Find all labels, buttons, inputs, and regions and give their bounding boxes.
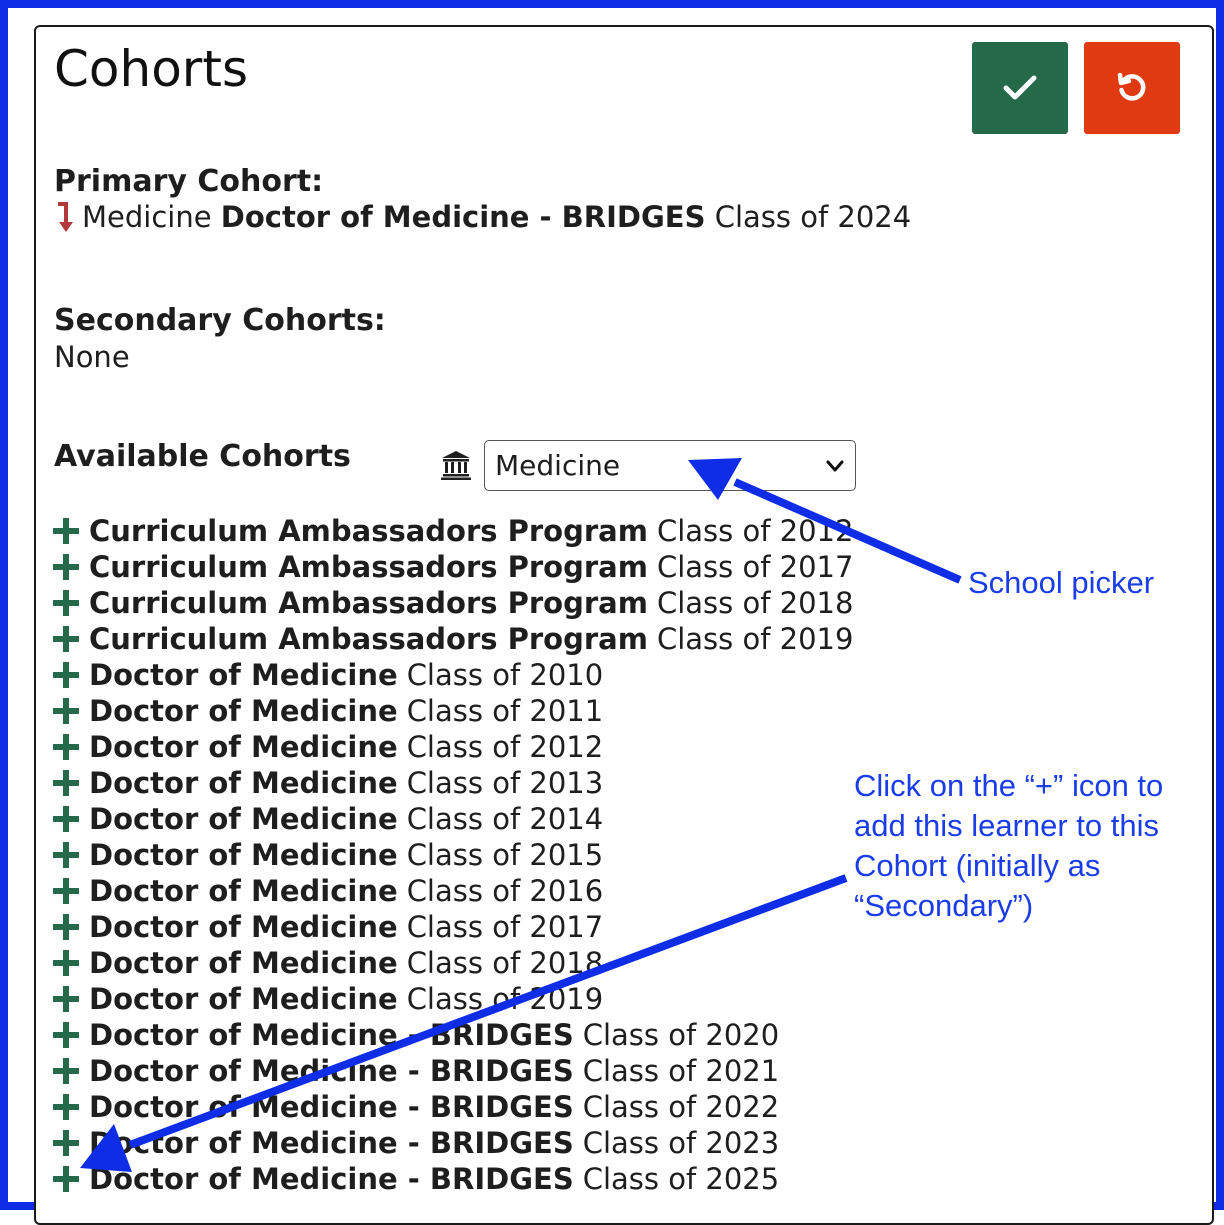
cohort-class: Class of 2019 [656, 622, 854, 656]
cohort-item: Doctor of Medicine - BRIDGES Class of 202… [52, 1089, 853, 1125]
primary-class: Class of 2024 [714, 200, 912, 234]
cohort-class: Class of 2018 [406, 946, 604, 980]
cohort-item: Doctor of Medicine Class of 2019 [52, 981, 853, 1017]
primary-cohort-label: Primary Cohort: [54, 164, 324, 199]
cohort-class: Class of 2020 [582, 1018, 780, 1052]
plus-icon[interactable] [52, 985, 80, 1013]
institution-icon [441, 451, 471, 480]
cohort-class: Class of 2013 [406, 766, 604, 800]
plus-icon[interactable] [52, 589, 80, 617]
school-picker-value: Medicine [495, 449, 621, 482]
available-cohorts-list: Curriculum Ambassadors Program Class of 2… [52, 513, 853, 1197]
cohort-item: Doctor of Medicine - BRIDGES Class of 202… [52, 1125, 853, 1161]
plus-icon[interactable] [52, 553, 80, 581]
plus-icon[interactable] [52, 805, 80, 833]
plus-icon[interactable] [52, 1057, 80, 1085]
cohort-program: Doctor of Medicine [89, 838, 398, 872]
primary-cohort-value: Medicine Doctor of Medicine - BRIDGES Cl… [54, 200, 911, 234]
secondary-cohorts-label: Secondary Cohorts: [54, 303, 386, 338]
cohort-item: Doctor of Medicine Class of 2011 [52, 693, 853, 729]
cohort-class: Class of 2021 [582, 1054, 780, 1088]
undo-icon [1117, 72, 1146, 101]
cohort-item: Doctor of Medicine Class of 2013 [52, 765, 853, 801]
cohort-item: Curriculum Ambassadors Program Class of 2… [52, 549, 853, 585]
cohort-program: Doctor of Medicine - BRIDGES [89, 1054, 574, 1088]
cohort-item: Doctor of Medicine - BRIDGES Class of 202… [52, 1053, 853, 1089]
cohort-program: Doctor of Medicine [89, 694, 398, 728]
cohort-program: Doctor of Medicine [89, 802, 398, 836]
cohort-item: Doctor of Medicine Class of 2014 [52, 801, 853, 837]
plus-icon[interactable] [52, 625, 80, 653]
cohort-program: Doctor of Medicine - BRIDGES [89, 1018, 574, 1052]
cohort-program: Doctor of Medicine [89, 766, 398, 800]
plus-icon[interactable] [52, 841, 80, 869]
cohort-class: Class of 2012 [656, 514, 854, 548]
plus-icon[interactable] [52, 1093, 80, 1121]
primary-school: Medicine [82, 200, 212, 234]
cancel-button[interactable] [1084, 42, 1180, 134]
plus-icon[interactable] [52, 733, 80, 761]
cohort-class: Class of 2017 [406, 910, 604, 944]
cohort-program: Doctor of Medicine [89, 946, 398, 980]
cohort-program: Doctor of Medicine [89, 730, 398, 764]
cohort-program: Curriculum Ambassadors Program [89, 586, 648, 620]
cohort-program: Doctor of Medicine [89, 982, 398, 1016]
cohort-item: Curriculum Ambassadors Program Class of 2… [52, 585, 853, 621]
cohort-class: Class of 2019 [406, 982, 604, 1016]
cohort-program: Doctor of Medicine [89, 874, 398, 908]
cohort-item: Curriculum Ambassadors Program Class of 2… [52, 513, 853, 549]
cohort-item: Curriculum Ambassadors Program Class of 2… [52, 621, 853, 657]
school-picker-select[interactable]: Medicine [484, 440, 856, 491]
cohort-class: Class of 2010 [406, 658, 604, 692]
cohort-class: Class of 2015 [406, 838, 604, 872]
cohort-class: Class of 2014 [406, 802, 604, 836]
save-button[interactable] [972, 42, 1068, 134]
cohort-program: Doctor of Medicine [89, 658, 398, 692]
page-title: Cohorts [54, 40, 248, 98]
cohort-class: Class of 2025 [582, 1162, 780, 1196]
cohort-item: Doctor of Medicine Class of 2016 [52, 873, 853, 909]
check-icon [1003, 75, 1037, 100]
cohort-program: Curriculum Ambassadors Program [89, 550, 648, 584]
level-down-arrow-icon[interactable] [54, 200, 76, 234]
plus-icon[interactable] [52, 877, 80, 905]
chevron-down-icon [826, 460, 844, 472]
plus-icon[interactable] [52, 1129, 80, 1157]
cohort-class: Class of 2022 [582, 1090, 780, 1124]
cohort-item: Doctor of Medicine - BRIDGES Class of 202… [52, 1161, 853, 1197]
plus-icon[interactable] [52, 697, 80, 725]
cohort-program: Doctor of Medicine - BRIDGES [89, 1090, 574, 1124]
cohort-class: Class of 2012 [406, 730, 604, 764]
cohort-program: Doctor of Medicine - BRIDGES [89, 1162, 574, 1196]
cohort-item: Doctor of Medicine - BRIDGES Class of 202… [52, 1017, 853, 1053]
plus-icon[interactable] [52, 913, 80, 941]
cohort-program: Doctor of Medicine [89, 910, 398, 944]
primary-program: Doctor of Medicine - BRIDGES [220, 200, 706, 234]
cohort-item: Doctor of Medicine Class of 2015 [52, 837, 853, 873]
cohort-class: Class of 2023 [582, 1126, 780, 1160]
plus-icon[interactable] [52, 1165, 80, 1193]
cohort-class: Class of 2018 [656, 586, 854, 620]
cohort-item: Doctor of Medicine Class of 2017 [52, 909, 853, 945]
annotation-school-picker: School picker [968, 565, 1155, 600]
available-cohorts-label: Available Cohorts [54, 439, 351, 474]
cohort-item: Doctor of Medicine Class of 2012 [52, 729, 853, 765]
cohort-item: Doctor of Medicine Class of 2018 [52, 945, 853, 981]
plus-icon[interactable] [52, 949, 80, 977]
cohort-class: Class of 2016 [406, 874, 604, 908]
cohort-program: Curriculum Ambassadors Program [89, 622, 648, 656]
plus-icon[interactable] [52, 769, 80, 797]
cohort-class: Class of 2017 [656, 550, 854, 584]
annotation-plus-hint: Click on the “+” icon to add this learne… [854, 768, 1164, 923]
cohort-program: Doctor of Medicine - BRIDGES [89, 1126, 574, 1160]
cohort-class: Class of 2011 [406, 694, 604, 728]
plus-icon[interactable] [52, 517, 80, 545]
plus-icon[interactable] [52, 661, 80, 689]
cohort-program: Curriculum Ambassadors Program [89, 514, 648, 548]
cohort-item: Doctor of Medicine Class of 2010 [52, 657, 853, 693]
secondary-cohorts-value: None [54, 340, 130, 374]
plus-icon[interactable] [52, 1021, 80, 1049]
